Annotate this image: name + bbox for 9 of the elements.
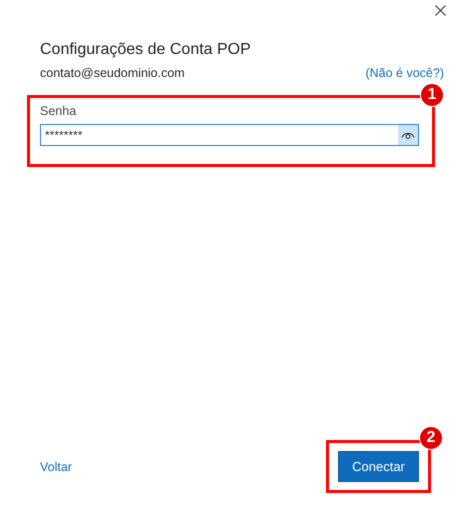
step-number-badge: 1 xyxy=(420,83,444,107)
account-email: contato@seudominio.com xyxy=(40,66,185,80)
connect-button[interactable]: Conectar xyxy=(338,451,419,482)
close-icon[interactable] xyxy=(435,5,446,16)
step-number-badge: 2 xyxy=(419,426,443,450)
password-label: Senha xyxy=(40,104,78,118)
back-link[interactable]: Voltar xyxy=(40,460,72,474)
not-you-link[interactable]: (Não é você?) xyxy=(365,66,444,80)
dialog-title: Configurações de Conta POP xyxy=(40,41,252,59)
